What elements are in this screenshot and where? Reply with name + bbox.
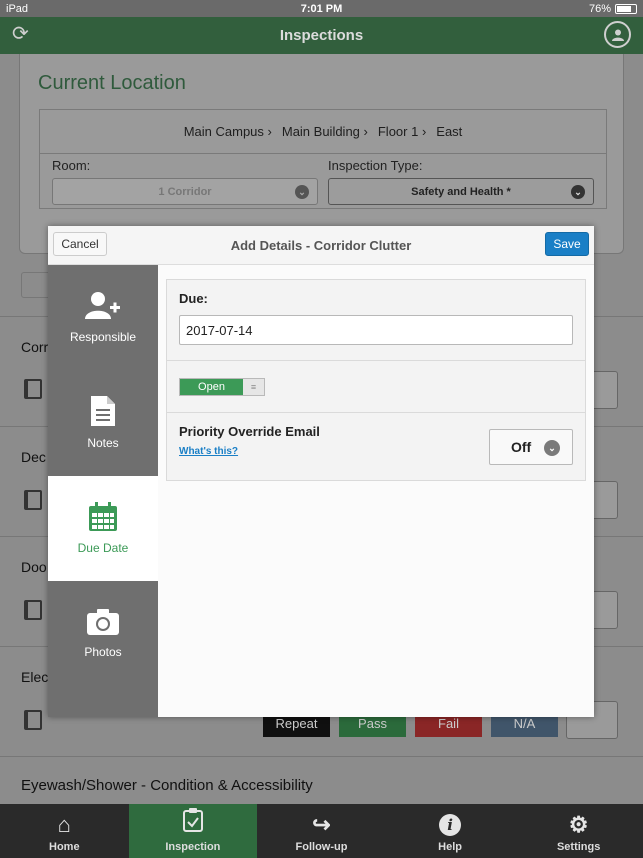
whats-this-link[interactable]: What's this?	[179, 446, 238, 457]
filter-field[interactable]	[21, 272, 51, 298]
room-select[interactable]: 1 Corridor ⌄	[52, 178, 318, 205]
gear-icon: ⚙	[568, 812, 589, 837]
refresh-icon[interactable]: ⟳	[12, 23, 34, 45]
list-item: Eyewash/Shower - Condition & Accessibili…	[0, 756, 643, 804]
user-profile-icon[interactable]	[604, 21, 631, 48]
priority-email-select[interactable]: Off ⌄	[489, 429, 573, 465]
sidebar-item-label: Photos	[84, 645, 122, 659]
tab-settings[interactable]: ⚙ Settings	[514, 804, 643, 858]
camera-icon	[86, 608, 120, 639]
chevron-down-icon: ⌄	[544, 440, 560, 456]
book-icon[interactable]	[24, 379, 42, 399]
sidebar-item-responsible[interactable]: Responsible	[48, 265, 158, 370]
current-location-card: Current Location Main Campus › Main Buil…	[19, 54, 624, 254]
room-label: Room:	[52, 158, 91, 173]
add-user-icon	[85, 291, 121, 324]
add-details-modal: Cancel Add Details - Corridor Clutter Sa…	[48, 226, 594, 717]
breadcrumb-floor[interactable]: Floor 1 ›	[378, 124, 426, 139]
modal-sidebar: Responsible Notes Due Date Photos	[48, 265, 158, 717]
status-time: 7:01 PM	[300, 2, 343, 15]
modal-title: Add Details - Corridor Clutter	[230, 237, 412, 253]
toggle-knob: ≡	[243, 379, 264, 395]
clipboard-icon	[182, 808, 203, 838]
priority-row: Priority Override Email What's this? Off…	[167, 413, 585, 480]
tab-help[interactable]: i Help	[386, 804, 515, 858]
calendar-icon	[88, 502, 118, 535]
tab-bar: ⌂ Home Inspection ↪ Follow-up i Help ⚙ S…	[0, 804, 643, 858]
location-title: Current Location	[38, 72, 186, 94]
inspection-type-label: Inspection Type:	[328, 158, 423, 173]
sidebar-item-label: Responsible	[69, 330, 137, 344]
inspection-type-select[interactable]: Safety and Health * ⌄	[328, 178, 594, 205]
priority-label: Priority Override Email	[179, 424, 320, 439]
breadcrumb-wing[interactable]: East	[436, 124, 462, 139]
cancel-button[interactable]: Cancel	[53, 232, 107, 256]
modal-header: Cancel Add Details - Corridor Clutter Sa…	[48, 226, 594, 265]
status-row: Open ≡	[167, 361, 585, 413]
sidebar-item-due-date[interactable]: Due Date	[48, 476, 158, 581]
book-icon[interactable]	[24, 490, 42, 510]
sidebar-item-notes[interactable]: Notes	[48, 370, 158, 475]
due-label: Due:	[179, 291, 208, 306]
share-arrow-icon: ↪	[312, 812, 331, 837]
breadcrumb: Main Campus › Main Building › Floor 1 › …	[39, 109, 607, 154]
nav-bar: ⟳ Inspections	[0, 17, 643, 54]
home-icon: ⌂	[57, 812, 71, 837]
chevron-down-icon: ⌄	[295, 185, 309, 199]
info-icon: i	[439, 814, 462, 836]
due-row: Due: 2017-07-14	[167, 280, 585, 361]
save-button[interactable]: Save	[545, 232, 589, 256]
breadcrumb-building[interactable]: Main Building ›	[282, 124, 368, 139]
tab-follow-up[interactable]: ↪ Follow-up	[257, 804, 386, 858]
due-date-input[interactable]: 2017-07-14	[179, 315, 573, 345]
chevron-down-icon: ⌄	[571, 185, 585, 199]
nav-title: Inspections	[279, 27, 364, 44]
status-bar: iPad 7:01 PM 76%	[0, 0, 643, 17]
tab-inspection[interactable]: Inspection	[128, 804, 258, 858]
due-date-form: Due: 2017-07-14 Open ≡ Priority Override…	[166, 279, 586, 481]
sidebar-item-label: Notes	[87, 436, 119, 450]
breadcrumb-campus[interactable]: Main Campus ›	[184, 124, 272, 139]
book-icon[interactable]	[24, 600, 42, 620]
tab-home[interactable]: ⌂ Home	[0, 804, 129, 858]
sidebar-item-label: Due Date	[77, 541, 129, 555]
open-toggle[interactable]: Open ≡	[179, 378, 265, 396]
notes-icon	[90, 395, 116, 430]
book-icon[interactable]	[24, 710, 42, 730]
sidebar-item-photos[interactable]: Photos	[48, 581, 158, 686]
battery-icon	[615, 3, 637, 14]
